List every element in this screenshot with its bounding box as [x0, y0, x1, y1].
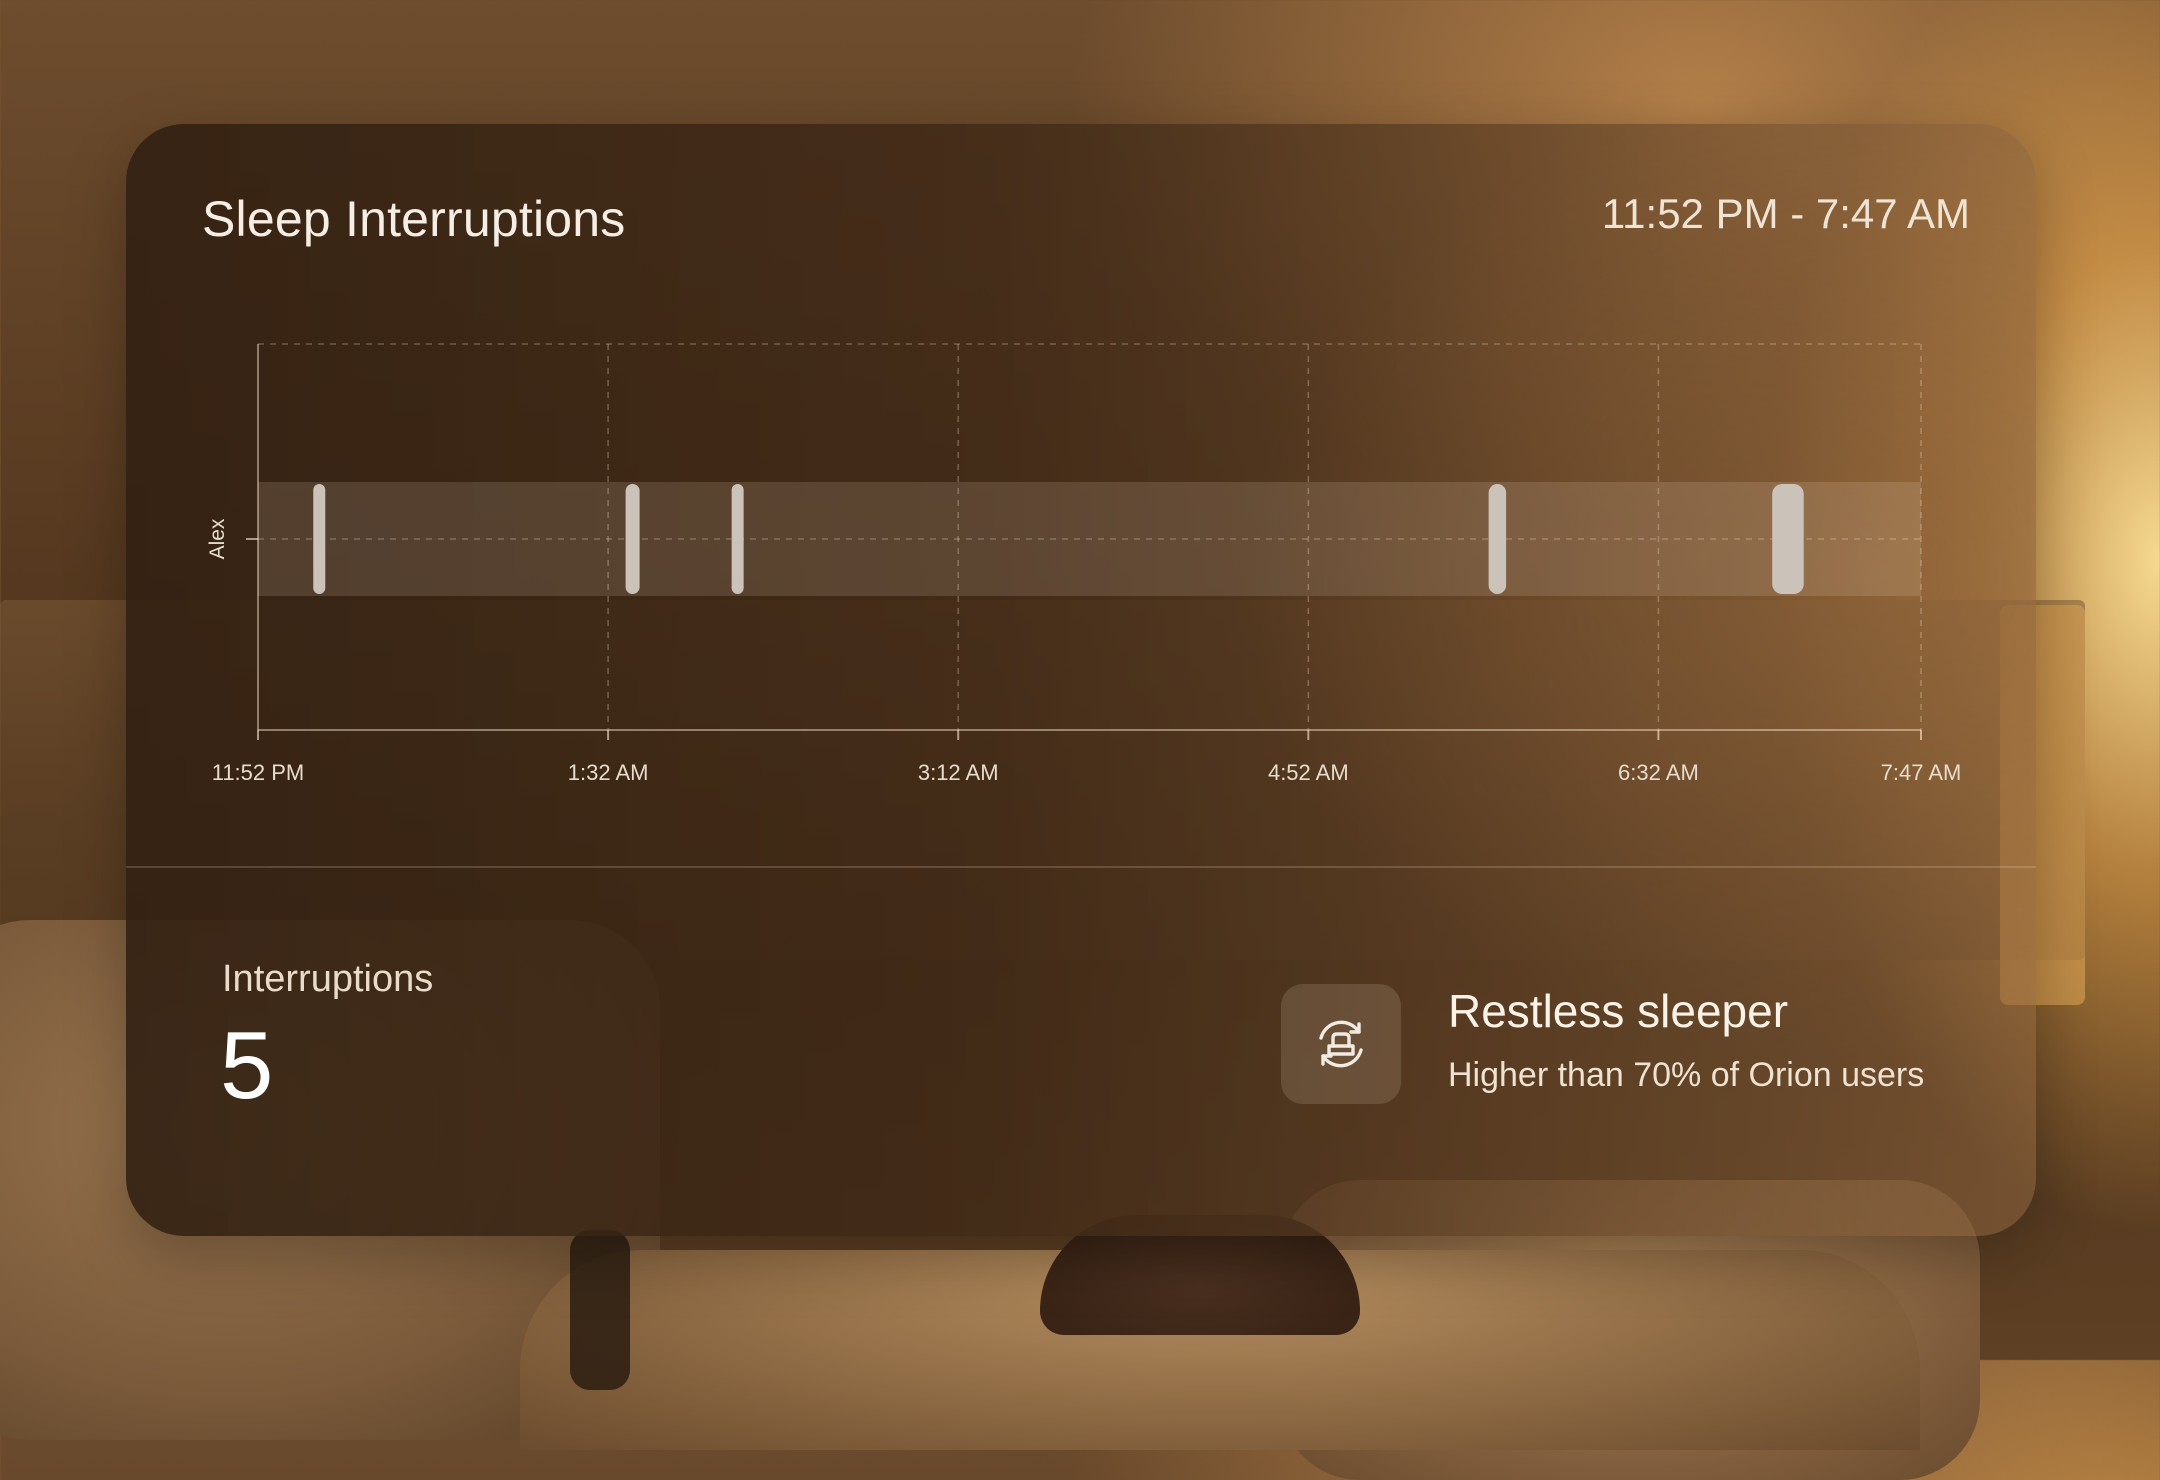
x-tick-label: 7:47 AM [1881, 760, 1962, 785]
restless-sleep-icon [1281, 984, 1401, 1104]
card-header-section: Sleep Interruptions 11:52 PM - 7:47 AM 1… [126, 124, 2036, 866]
card-summary-section: Interruptions 5 Restless sleeper Higher … [126, 868, 2036, 1236]
interruption-marker [313, 484, 326, 594]
interruptions-timeline-chart: 11:52 PM 1:32 AM 3:12 AM 4:52 AM 6:32 AM 7:47… [206, 343, 1962, 785]
badge-subtitle: Higher than 70% of Orion users [1448, 1056, 1925, 1094]
background-hair [570, 1230, 630, 1390]
x-tick-label: 4:52 AM [1268, 760, 1349, 785]
interruptions-count: 5 [220, 1012, 274, 1119]
x-tick-label: 11:52 PM [212, 760, 305, 785]
x-tick-label: 3:12 AM [918, 760, 999, 785]
interruptions-label: Interruptions [222, 958, 434, 1000]
row-label: Alex [206, 518, 229, 559]
x-tick-label: 1:32 AM [568, 760, 649, 785]
interruption-marker [625, 484, 640, 594]
interruption-marker [1772, 484, 1804, 594]
sleeper-band [258, 482, 1921, 596]
sleep-interruptions-card: Sleep Interruptions 11:52 PM - 7:47 AM 1… [126, 124, 2036, 1236]
x-tick-label: 6:32 AM [1618, 760, 1699, 785]
badge-title: Restless sleeper [1448, 985, 1789, 1037]
interruption-marker [731, 484, 744, 594]
interruption-marker [1488, 484, 1507, 594]
